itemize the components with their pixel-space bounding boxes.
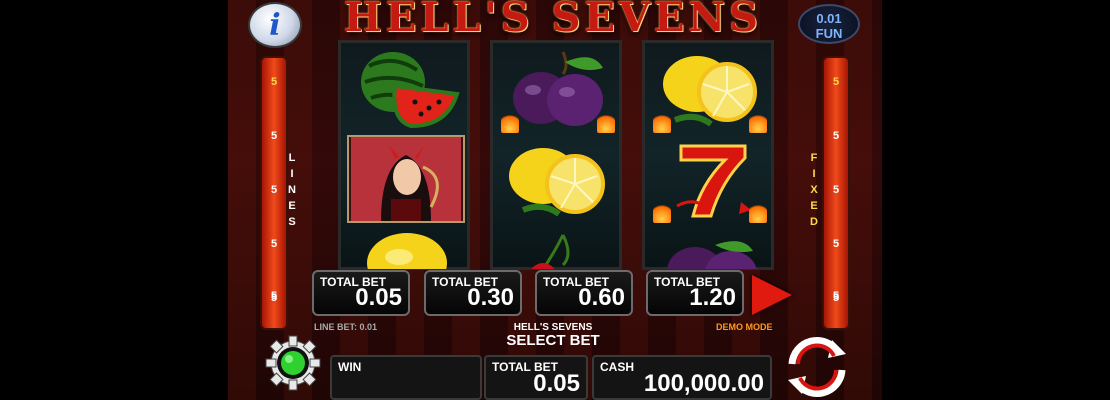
flame-decoration xyxy=(653,201,671,223)
lines-vertical-label: L I N E S xyxy=(288,152,296,228)
bet-option-value: 1.20 xyxy=(689,284,736,311)
settings-gear-icon[interactable] xyxy=(264,334,322,392)
left-line-number: 5 xyxy=(270,238,278,250)
lemon-symbol xyxy=(651,45,769,133)
cash-value: 100,000.00 xyxy=(643,370,764,397)
left-line-bar: 5 5 5 5 5 xyxy=(260,56,288,330)
devil-girl-symbol xyxy=(347,135,465,223)
total-bet-value: 0.05 xyxy=(533,370,580,397)
flame-decoration xyxy=(597,111,615,133)
left-line-number: 5 xyxy=(270,130,278,142)
lemon-symbol xyxy=(499,135,617,223)
fun-credit-indicator: 0.01 FUN xyxy=(798,4,860,44)
reel-1 xyxy=(338,40,470,270)
spin-icon[interactable] xyxy=(780,334,854,400)
game-title: HELL'S SEVENS xyxy=(344,0,762,41)
bet-option-value: 0.30 xyxy=(467,284,514,311)
lemon-symbol xyxy=(347,225,465,269)
right-line-top: 5 xyxy=(832,76,840,88)
left-line-number: 5 xyxy=(270,184,278,196)
bet-option-value: 0.60 xyxy=(578,284,625,311)
reel-2 xyxy=(490,40,622,270)
fun-value: 0.01 xyxy=(816,11,842,26)
bet-option-button[interactable]: TOTAL BET 0.60 xyxy=(535,270,633,316)
line-bet-text: LINE BET: 0.01 xyxy=(314,322,378,332)
demo-mode-text: DEMO MODE xyxy=(716,322,773,332)
plum-symbol xyxy=(651,225,769,269)
flame-decoration xyxy=(501,111,519,133)
right-line-number: 5 xyxy=(832,238,840,250)
win-label: WIN xyxy=(338,360,362,374)
flame-decoration xyxy=(749,111,767,133)
bet-option-value: 0.05 xyxy=(355,284,402,311)
total-bet-panel: TOTAL BET 0.05 xyxy=(484,355,588,400)
right-line-bar: 5 5 5 5 5 xyxy=(822,56,850,330)
right-line-number: 5 xyxy=(832,290,840,302)
info-icon: i xyxy=(269,7,281,43)
win-panel: WIN xyxy=(330,355,482,400)
right-line-number: 5 xyxy=(832,130,840,142)
cash-label: CASH xyxy=(600,360,635,374)
play-arrow-icon[interactable] xyxy=(752,275,792,315)
game-frame: HELL'S SEVENS i 0.01 FUN 5 5 5 5 5 5 L I… xyxy=(228,0,882,400)
bet-option-button[interactable]: TOTAL BET 0.30 xyxy=(424,270,522,316)
select-bet-text: SELECT BET xyxy=(506,332,600,349)
reels-area xyxy=(338,40,778,270)
cash-panel: CASH 100,000.00 xyxy=(592,355,772,400)
cherry-symbol xyxy=(499,225,617,269)
reel-3 xyxy=(642,40,774,270)
right-line-number: 5 xyxy=(832,184,840,196)
flame-decoration xyxy=(653,111,671,133)
fun-label: FUN xyxy=(815,26,843,41)
seven-symbol xyxy=(651,135,769,223)
flame-decoration xyxy=(749,201,767,223)
left-line-number: 5 xyxy=(270,290,278,302)
plum-symbol xyxy=(499,45,617,133)
watermelon-symbol xyxy=(347,45,465,133)
left-line-top: 5 xyxy=(270,76,278,88)
fixed-vertical-label: F I X E D xyxy=(810,152,818,228)
bet-option-button[interactable]: TOTAL BET 1.20 xyxy=(646,270,744,316)
info-button[interactable]: i xyxy=(248,2,302,48)
bet-option-button[interactable]: TOTAL BET 0.05 xyxy=(312,270,410,316)
